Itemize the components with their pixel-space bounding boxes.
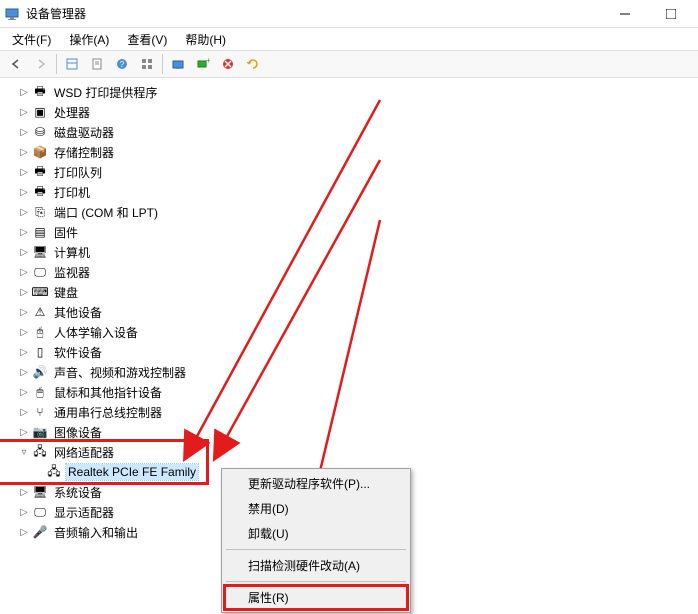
- network-icon: 🖧: [32, 444, 48, 460]
- title-bar: 设备管理器: [0, 0, 698, 28]
- maximize-button[interactable]: [648, 0, 694, 28]
- menu-file[interactable]: 文件(F): [4, 29, 59, 50]
- chevron-right-icon[interactable]: ▷: [16, 327, 32, 338]
- usb-icon: ⑂: [32, 404, 48, 420]
- chevron-right-icon[interactable]: ▷: [16, 487, 32, 498]
- disk-icon: ⛁: [32, 124, 48, 140]
- chevron-right-icon[interactable]: ▷: [16, 107, 32, 118]
- tree-node-hid[interactable]: ▷🖰人体学输入设备: [0, 322, 698, 342]
- add-hardware-button[interactable]: +: [191, 52, 215, 76]
- tree-node-imaging[interactable]: ▷📷图像设备: [0, 422, 698, 442]
- storage-icon: 📦: [32, 144, 48, 160]
- chevron-right-icon[interactable]: ▷: [16, 127, 32, 138]
- chevron-down-icon[interactable]: ▿: [16, 447, 32, 458]
- chevron-right-icon[interactable]: ▷: [16, 367, 32, 378]
- chevron-right-icon[interactable]: ▷: [16, 347, 32, 358]
- printqueue-icon: 🖶: [32, 164, 48, 180]
- menubar: 文件(F) 操作(A) 查看(V) 帮助(H): [0, 28, 698, 50]
- printer-icon: 🖶: [32, 84, 48, 100]
- forward-button[interactable]: [29, 52, 53, 76]
- chevron-right-icon[interactable]: ▷: [16, 167, 32, 178]
- context-menu: 更新驱动程序软件(P)... 禁用(D) 卸载(U) 扫描检测硬件改动(A) 属…: [221, 468, 411, 613]
- tree-node-sound[interactable]: ▷🔊声音、视频和游戏控制器: [0, 362, 698, 382]
- svg-text:+: +: [206, 57, 210, 65]
- ctx-uninstall[interactable]: 卸载(U): [224, 521, 408, 546]
- help-button[interactable]: ?: [110, 52, 134, 76]
- chevron-right-icon[interactable]: ▷: [16, 227, 32, 238]
- chevron-right-icon[interactable]: ▷: [16, 527, 32, 538]
- chevron-right-icon[interactable]: ▷: [16, 387, 32, 398]
- chevron-right-icon[interactable]: ▷: [16, 207, 32, 218]
- printer-icon: 🖶: [32, 184, 48, 200]
- scan-hardware-button[interactable]: [166, 52, 190, 76]
- keyboard-icon: ⌨: [32, 284, 48, 300]
- tree-node-ports[interactable]: ▷⎘端口 (COM 和 LPT): [0, 202, 698, 222]
- tree-node-wsd[interactable]: ▷🖶WSD 打印提供程序: [0, 82, 698, 102]
- chevron-right-icon[interactable]: ▷: [16, 287, 32, 298]
- chevron-right-icon[interactable]: ▷: [16, 427, 32, 438]
- grid-button[interactable]: [135, 52, 159, 76]
- tree-node-keyboard[interactable]: ▷⌨键盘: [0, 282, 698, 302]
- network-adapter-icon: 🖧: [46, 464, 62, 480]
- back-button[interactable]: [4, 52, 28, 76]
- separator: [56, 54, 57, 74]
- ctx-properties[interactable]: 属性(R): [224, 585, 408, 610]
- tree-node-firmware[interactable]: ▷▤固件: [0, 222, 698, 242]
- other-icon: ⚠: [32, 304, 48, 320]
- camera-icon: 📷: [32, 424, 48, 440]
- tree-node-disk[interactable]: ▷⛁磁盘驱动器: [0, 122, 698, 142]
- app-icon: [4, 6, 20, 22]
- tree-node-network-device[interactable]: 🖧Realtek PCIe FE Family: [0, 462, 206, 482]
- refresh-button[interactable]: [241, 52, 265, 76]
- firmware-icon: ▤: [32, 224, 48, 240]
- chevron-right-icon[interactable]: ▷: [16, 87, 32, 98]
- port-icon: ⎘: [32, 204, 48, 220]
- tree-node-cpu[interactable]: ▷▣处理器: [0, 102, 698, 122]
- tree-node-printqueue[interactable]: ▷🖶打印队列: [0, 162, 698, 182]
- tree-node-software[interactable]: ▷▯软件设备: [0, 342, 698, 362]
- menu-view[interactable]: 查看(V): [119, 29, 175, 50]
- ctx-scan[interactable]: 扫描检测硬件改动(A): [224, 553, 408, 578]
- properties-button[interactable]: [85, 52, 109, 76]
- menu-help[interactable]: 帮助(H): [177, 29, 234, 50]
- chevron-right-icon[interactable]: ▷: [16, 147, 32, 158]
- tree-node-computer[interactable]: ▷🖥计算机: [0, 242, 698, 262]
- tree-node-storage[interactable]: ▷📦存储控制器: [0, 142, 698, 162]
- toolbar: ? +: [0, 50, 698, 78]
- monitor-icon: 🖵: [32, 264, 48, 280]
- separator: [162, 54, 163, 74]
- chevron-right-icon[interactable]: ▷: [16, 307, 32, 318]
- cpu-icon: ▣: [32, 104, 48, 120]
- ctx-disable[interactable]: 禁用(D): [224, 496, 408, 521]
- tree-node-printer[interactable]: ▷🖶打印机: [0, 182, 698, 202]
- display-icon: 🖵: [32, 504, 48, 520]
- separator: [226, 549, 406, 550]
- sound-icon: 🔊: [32, 364, 48, 380]
- tree-node-monitor[interactable]: ▷🖵监视器: [0, 262, 698, 282]
- chevron-right-icon[interactable]: ▷: [16, 407, 32, 418]
- chevron-right-icon[interactable]: ▷: [16, 247, 32, 258]
- chevron-right-icon[interactable]: ▷: [16, 187, 32, 198]
- tree-node-network[interactable]: ▿🖧网络适配器: [0, 442, 206, 462]
- window-title: 设备管理器: [26, 5, 602, 22]
- menu-action[interactable]: 操作(A): [61, 29, 117, 50]
- audio-icon: 🎤: [32, 524, 48, 540]
- show-hide-button[interactable]: [60, 52, 84, 76]
- remove-button[interactable]: [216, 52, 240, 76]
- mouse-icon: 🖱: [32, 384, 48, 400]
- hid-icon: 🖰: [32, 324, 48, 340]
- chevron-right-icon[interactable]: ▷: [16, 507, 32, 518]
- system-icon: 🖥: [32, 484, 48, 500]
- minimize-button[interactable]: [602, 0, 648, 28]
- chevron-right-icon[interactable]: ▷: [16, 267, 32, 278]
- svg-text:?: ?: [120, 60, 125, 69]
- tree-node-other[interactable]: ▷⚠其他设备: [0, 302, 698, 322]
- separator: [226, 581, 406, 582]
- computer-icon: 🖥: [32, 244, 48, 260]
- tree-node-mouse[interactable]: ▷🖱鼠标和其他指针设备: [0, 382, 698, 402]
- tree-node-usb[interactable]: ▷⑂通用串行总线控制器: [0, 402, 698, 422]
- software-icon: ▯: [32, 344, 48, 360]
- ctx-update-driver[interactable]: 更新驱动程序软件(P)...: [224, 471, 408, 496]
